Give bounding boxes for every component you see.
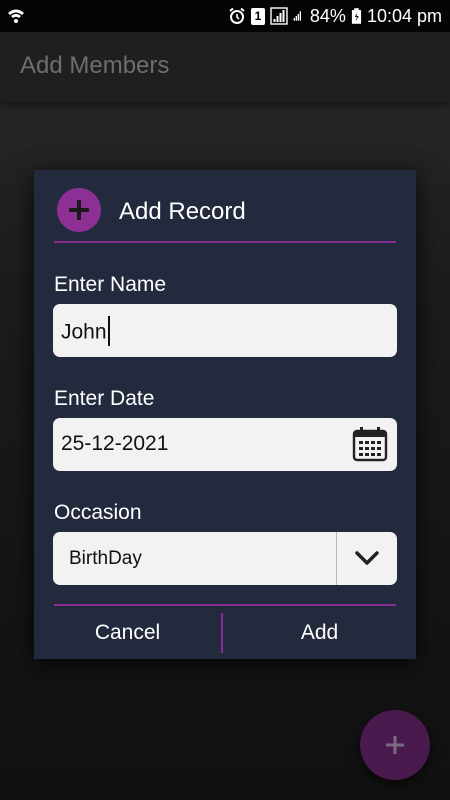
date-label: Enter Date [54,387,155,410]
name-input[interactable]: John [53,304,397,357]
wifi-icon [8,9,24,23]
add-record-dialog: Add Record Enter Name John Enter Date 25… [34,170,416,659]
footer-divider [54,604,396,606]
name-label: Enter Name [54,273,167,296]
status-icons: 1 84% 10:04 pm [228,5,442,27]
dialog-title: Add Record [119,198,246,225]
page-title: Add Members [20,52,170,79]
occasion-label: Occasion [54,501,142,524]
signal-icon [270,7,288,25]
clock: 10:04 pm [366,5,442,26]
screen: 1 84% 10:04 pm Add Members Add Record En… [0,0,450,800]
occasion-selected-value: BirthDay [69,548,142,569]
add-member-fab[interactable] [360,710,430,780]
occasion-select[interactable]: BirthDay [53,532,397,585]
cancel-button[interactable]: Cancel [34,607,221,659]
date-input[interactable]: 25-12-2021 [53,418,397,471]
app-bar: Add Members [0,32,450,102]
cell-signal-icon [293,11,301,21]
status-bar: 1 84% 10:04 pm [0,0,450,32]
header-divider [54,241,396,243]
add-button[interactable]: Add [223,607,416,659]
name-input-value: John [61,316,110,348]
battery-icon [351,8,362,24]
chevron-down-icon[interactable] [337,532,397,585]
sim-icon: 1 [250,7,265,25]
plus-circle-icon [57,188,101,232]
battery-percent: 84% [309,5,346,26]
calendar-icon[interactable] [352,426,388,462]
text-cursor [107,316,110,346]
plus-icon [386,736,404,754]
date-input-value: 25-12-2021 [61,432,169,455]
alarm-icon [229,7,245,24]
